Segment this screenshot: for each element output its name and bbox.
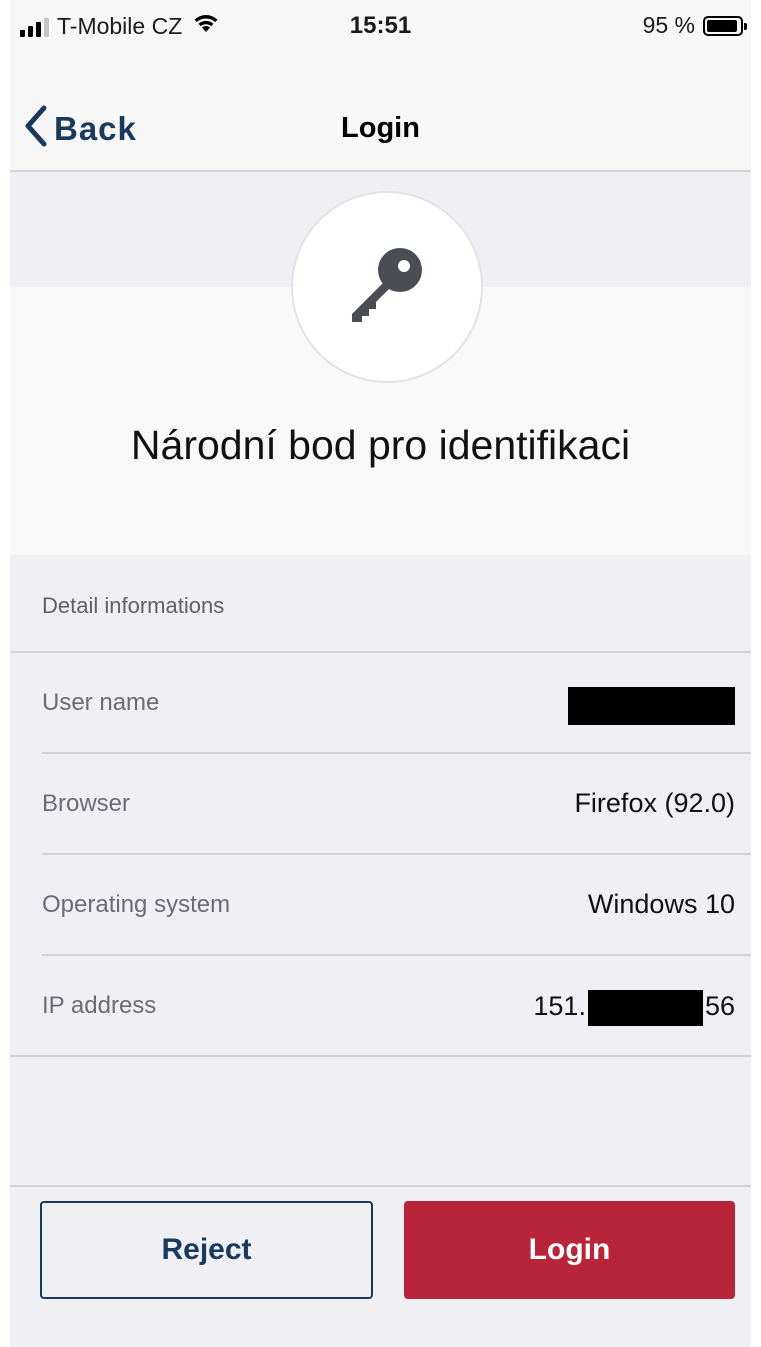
detail-label: IP address xyxy=(42,992,157,1019)
detail-label: Operating system xyxy=(42,891,231,918)
detail-row-browser: Browser Firefox (92.0) xyxy=(42,754,751,855)
redaction-block xyxy=(587,990,703,1026)
status-left: T-Mobile CZ xyxy=(20,12,220,41)
details-header-label: Detail informations xyxy=(42,593,225,618)
service-icon-circle xyxy=(291,191,483,383)
redaction-block xyxy=(568,687,735,725)
ip-prefix: 151. xyxy=(533,991,586,1022)
ip-address-value: 151. 56 xyxy=(533,990,735,1026)
reject-button[interactable]: Reject xyxy=(40,1201,373,1299)
user-name-value-redacted xyxy=(568,687,735,725)
signal-strength-icon xyxy=(20,17,49,37)
ip-suffix: 56 xyxy=(704,991,735,1022)
back-label: Back xyxy=(54,109,137,147)
status-right: 95 % xyxy=(642,12,747,39)
navigation-bar: Back Login xyxy=(10,60,751,172)
login-button[interactable]: Login xyxy=(404,1201,735,1299)
detail-label: User name xyxy=(42,689,160,716)
details-section-header: Detail informations xyxy=(10,555,751,653)
key-icon xyxy=(342,240,432,335)
wifi-icon xyxy=(192,12,220,41)
battery-percent: 95 % xyxy=(642,12,695,38)
chevron-left-icon xyxy=(24,105,48,152)
carrier-name: T-Mobile CZ xyxy=(57,13,183,39)
status-bar: T-Mobile CZ 15:51 95 % xyxy=(10,0,751,60)
service-name: Národní bod pro identifikaci xyxy=(130,422,631,468)
login-screen: T-Mobile CZ 15:51 95 % Back Login Národn… xyxy=(10,0,751,1347)
detail-row-operating-system: Operating system Windows 10 xyxy=(42,855,751,956)
detail-row-ip-address: IP address 151. 56 xyxy=(10,956,751,1057)
detail-row-user-name: User name xyxy=(42,653,751,754)
back-button[interactable]: Back xyxy=(24,105,137,152)
detail-value: Firefox (92.0) xyxy=(574,788,735,818)
detail-label: Browser xyxy=(42,790,131,817)
battery-icon xyxy=(703,15,747,36)
detail-value: Windows 10 xyxy=(587,889,735,919)
